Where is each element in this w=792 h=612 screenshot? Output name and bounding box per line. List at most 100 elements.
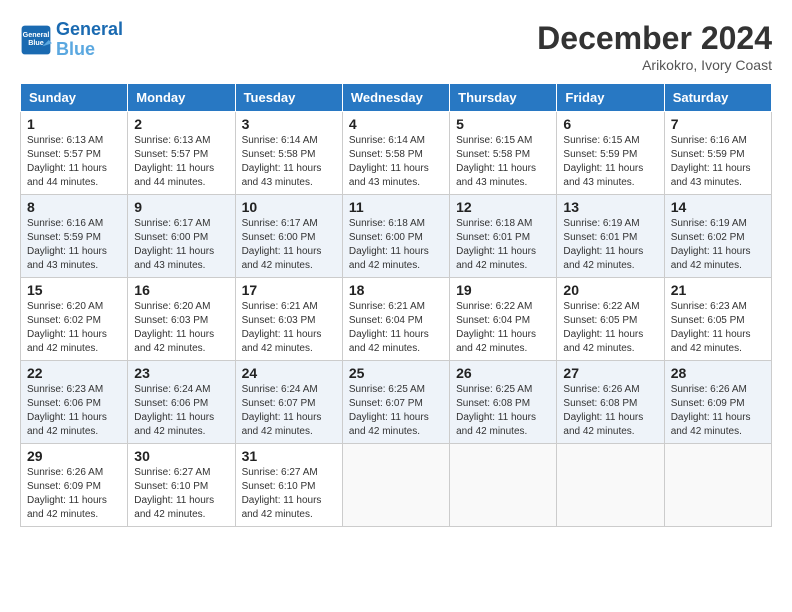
table-row: 6 Sunrise: 6:15 AMSunset: 5:59 PMDaylight… bbox=[557, 112, 664, 195]
day-number: 16 bbox=[134, 282, 228, 298]
table-row: 9Sunrise: 6:17 AMSunset: 6:00 PMDaylight… bbox=[128, 195, 235, 278]
day-info: Sunrise: 6:19 AMSunset: 6:01 PMDaylight:… bbox=[563, 217, 657, 273]
table-row: 8Sunrise: 6:16 AMSunset: 5:59 PMDaylight… bbox=[21, 195, 128, 278]
table-row: 21 Sunrise: 6:23 AMSunset: 6:05 PMDayligh… bbox=[664, 278, 771, 361]
table-row: 1 Sunrise: 6:13 AMSunset: 5:57 PMDaylight… bbox=[21, 112, 128, 195]
day-info: Sunrise: 6:16 AMSunset: 5:59 PMDaylight:… bbox=[671, 134, 765, 190]
day-info: Sunrise: 6:20 AMSunset: 6:03 PMDaylight:… bbox=[134, 300, 228, 356]
day-number: 18 bbox=[349, 282, 443, 298]
day-number: 31 bbox=[242, 448, 336, 464]
col-wednesday: Wednesday bbox=[342, 84, 449, 112]
day-info: Sunrise: 6:14 AMSunset: 5:58 PMDaylight:… bbox=[349, 134, 443, 190]
col-thursday: Thursday bbox=[450, 84, 557, 112]
table-row bbox=[557, 444, 664, 527]
table-row: 29 Sunrise: 6:26 AMSunset: 6:09 PMDayligh… bbox=[21, 444, 128, 527]
day-number: 23 bbox=[134, 365, 228, 381]
table-row: 3 Sunrise: 6:14 AMSunset: 5:58 PMDaylight… bbox=[235, 112, 342, 195]
table-row: 22 Sunrise: 6:23 AMSunset: 6:06 PMDayligh… bbox=[21, 361, 128, 444]
calendar-week-row: 15Sunrise: 6:20 AMSunset: 6:02 PMDayligh… bbox=[21, 278, 772, 361]
day-info: Sunrise: 6:24 AMSunset: 6:06 PMDaylight:… bbox=[134, 383, 228, 439]
table-row bbox=[450, 444, 557, 527]
svg-text:Blue: Blue bbox=[28, 38, 44, 47]
day-number: 24 bbox=[242, 365, 336, 381]
table-row: 11Sunrise: 6:18 AMSunset: 6:00 PMDayligh… bbox=[342, 195, 449, 278]
day-info: Sunrise: 6:21 AMSunset: 6:04 PMDaylight:… bbox=[349, 300, 443, 356]
day-number: 7 bbox=[671, 116, 765, 132]
day-number: 9 bbox=[134, 199, 228, 215]
col-saturday: Saturday bbox=[664, 84, 771, 112]
table-row: 30 Sunrise: 6:27 AMSunset: 6:10 PMDayligh… bbox=[128, 444, 235, 527]
day-number: 2 bbox=[134, 116, 228, 132]
table-row: 19 Sunrise: 6:22 AMSunset: 6:04 PMDayligh… bbox=[450, 278, 557, 361]
title-area: December 2024 Arikokro, Ivory Coast bbox=[537, 20, 772, 73]
day-number: 22 bbox=[27, 365, 121, 381]
logo-text: GeneralBlue bbox=[56, 20, 123, 60]
day-number: 30 bbox=[134, 448, 228, 464]
table-row: 28 Sunrise: 6:26 AMSunset: 6:09 PMDayligh… bbox=[664, 361, 771, 444]
day-number: 17 bbox=[242, 282, 336, 298]
calendar-week-row: 8Sunrise: 6:16 AMSunset: 5:59 PMDaylight… bbox=[21, 195, 772, 278]
table-row: 12Sunrise: 6:18 AMSunset: 6:01 PMDayligh… bbox=[450, 195, 557, 278]
col-sunday: Sunday bbox=[21, 84, 128, 112]
day-number: 15 bbox=[27, 282, 121, 298]
day-number: 14 bbox=[671, 199, 765, 215]
day-number: 26 bbox=[456, 365, 550, 381]
table-row: 17 Sunrise: 6:21 AMSunset: 6:03 PMDayligh… bbox=[235, 278, 342, 361]
day-info: Sunrise: 6:19 AMSunset: 6:02 PMDaylight:… bbox=[671, 217, 765, 273]
table-row: 31 Sunrise: 6:27 AMSunset: 6:10 PMDayligh… bbox=[235, 444, 342, 527]
table-row: 2 Sunrise: 6:13 AMSunset: 5:57 PMDaylight… bbox=[128, 112, 235, 195]
calendar-week-row: 29 Sunrise: 6:26 AMSunset: 6:09 PMDayligh… bbox=[21, 444, 772, 527]
day-info: Sunrise: 6:21 AMSunset: 6:03 PMDaylight:… bbox=[242, 300, 336, 356]
table-row: 14 Sunrise: 6:19 AMSunset: 6:02 PMDayligh… bbox=[664, 195, 771, 278]
day-info: Sunrise: 6:26 AMSunset: 6:08 PMDaylight:… bbox=[563, 383, 657, 439]
table-row: 26Sunrise: 6:25 AMSunset: 6:08 PMDayligh… bbox=[450, 361, 557, 444]
col-friday: Friday bbox=[557, 84, 664, 112]
day-number: 1 bbox=[27, 116, 121, 132]
logo: General Blue GeneralBlue bbox=[20, 20, 123, 60]
day-info: Sunrise: 6:14 AMSunset: 5:58 PMDaylight:… bbox=[242, 134, 336, 190]
day-number: 8 bbox=[27, 199, 121, 215]
day-info: Sunrise: 6:26 AMSunset: 6:09 PMDaylight:… bbox=[27, 466, 121, 522]
day-info: Sunrise: 6:17 AMSunset: 6:00 PMDaylight:… bbox=[242, 217, 336, 273]
table-row: 4Sunrise: 6:14 AMSunset: 5:58 PMDaylight… bbox=[342, 112, 449, 195]
table-row: 16 Sunrise: 6:20 AMSunset: 6:03 PMDayligh… bbox=[128, 278, 235, 361]
day-number: 3 bbox=[242, 116, 336, 132]
table-row: 23 Sunrise: 6:24 AMSunset: 6:06 PMDayligh… bbox=[128, 361, 235, 444]
day-number: 19 bbox=[456, 282, 550, 298]
day-info: Sunrise: 6:22 AMSunset: 6:04 PMDaylight:… bbox=[456, 300, 550, 356]
day-number: 25 bbox=[349, 365, 443, 381]
page-header: General Blue GeneralBlue December 2024 A… bbox=[20, 20, 772, 73]
day-info: Sunrise: 6:18 AMSunset: 6:01 PMDaylight:… bbox=[456, 217, 550, 273]
table-row: 10 Sunrise: 6:17 AMSunset: 6:00 PMDayligh… bbox=[235, 195, 342, 278]
day-info: Sunrise: 6:13 AMSunset: 5:57 PMDaylight:… bbox=[134, 134, 228, 190]
day-info: Sunrise: 6:23 AMSunset: 6:06 PMDaylight:… bbox=[27, 383, 121, 439]
calendar-week-row: 1 Sunrise: 6:13 AMSunset: 5:57 PMDaylight… bbox=[21, 112, 772, 195]
day-info: Sunrise: 6:15 AMSunset: 5:59 PMDaylight:… bbox=[563, 134, 657, 190]
calendar-week-row: 22 Sunrise: 6:23 AMSunset: 6:06 PMDayligh… bbox=[21, 361, 772, 444]
table-row: 25Sunrise: 6:25 AMSunset: 6:07 PMDayligh… bbox=[342, 361, 449, 444]
day-info: Sunrise: 6:15 AMSunset: 5:58 PMDaylight:… bbox=[456, 134, 550, 190]
day-number: 11 bbox=[349, 199, 443, 215]
day-info: Sunrise: 6:26 AMSunset: 6:09 PMDaylight:… bbox=[671, 383, 765, 439]
day-info: Sunrise: 6:27 AMSunset: 6:10 PMDaylight:… bbox=[242, 466, 336, 522]
table-row: 13Sunrise: 6:19 AMSunset: 6:01 PMDayligh… bbox=[557, 195, 664, 278]
day-number: 29 bbox=[27, 448, 121, 464]
day-number: 5 bbox=[456, 116, 550, 132]
day-info: Sunrise: 6:27 AMSunset: 6:10 PMDaylight:… bbox=[134, 466, 228, 522]
month-title: December 2024 bbox=[537, 20, 772, 57]
day-info: Sunrise: 6:13 AMSunset: 5:57 PMDaylight:… bbox=[27, 134, 121, 190]
col-monday: Monday bbox=[128, 84, 235, 112]
table-row bbox=[664, 444, 771, 527]
day-number: 27 bbox=[563, 365, 657, 381]
table-row: 7 Sunrise: 6:16 AMSunset: 5:59 PMDaylight… bbox=[664, 112, 771, 195]
table-row: 15Sunrise: 6:20 AMSunset: 6:02 PMDayligh… bbox=[21, 278, 128, 361]
col-tuesday: Tuesday bbox=[235, 84, 342, 112]
table-row: 27 Sunrise: 6:26 AMSunset: 6:08 PMDayligh… bbox=[557, 361, 664, 444]
day-number: 28 bbox=[671, 365, 765, 381]
calendar-header-row: Sunday Monday Tuesday Wednesday Thursday… bbox=[21, 84, 772, 112]
day-number: 20 bbox=[563, 282, 657, 298]
day-number: 21 bbox=[671, 282, 765, 298]
day-number: 6 bbox=[563, 116, 657, 132]
day-number: 10 bbox=[242, 199, 336, 215]
day-info: Sunrise: 6:23 AMSunset: 6:05 PMDaylight:… bbox=[671, 300, 765, 356]
